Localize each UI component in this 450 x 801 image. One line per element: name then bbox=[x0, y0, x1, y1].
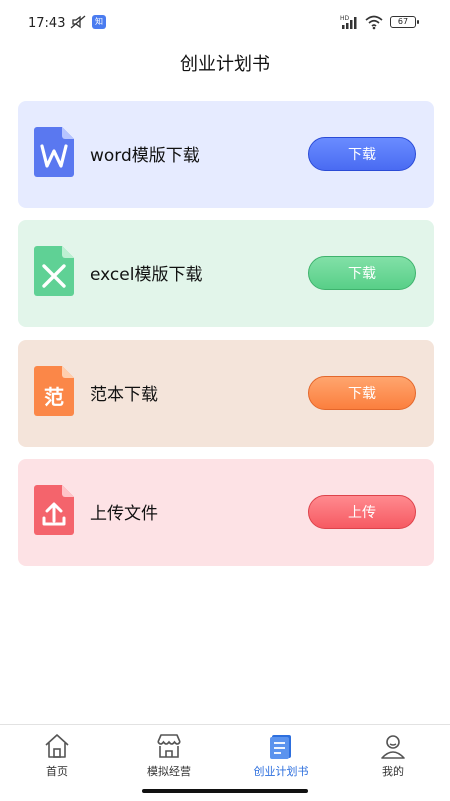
excel-document-icon bbox=[34, 246, 74, 296]
card-label: word模版下载 bbox=[90, 146, 200, 166]
nav-label: 我的 bbox=[382, 765, 404, 778]
nav-label: 模拟经营 bbox=[147, 765, 191, 778]
app-notification-icon: 知 bbox=[92, 15, 106, 29]
card-label: excel模版下载 bbox=[90, 265, 203, 285]
mute-icon bbox=[70, 15, 86, 29]
wifi-icon bbox=[365, 15, 383, 30]
upload-document-icon bbox=[34, 485, 74, 535]
nav-item-profile[interactable]: 我的 bbox=[337, 725, 449, 785]
upload-file-card: 上传文件 上传 bbox=[18, 459, 434, 566]
sample-icon-text: 范 bbox=[44, 385, 64, 409]
document-icon bbox=[270, 735, 291, 759]
sample-download-button[interactable]: 下载 bbox=[308, 376, 416, 410]
signal-icon: HD bbox=[340, 15, 357, 29]
card-label: 上传文件 bbox=[90, 504, 158, 524]
sample-card: 范 范本下载 下载 bbox=[18, 340, 434, 447]
excel-download-button[interactable]: 下载 bbox=[308, 256, 416, 290]
store-icon bbox=[157, 734, 181, 758]
status-time: 17:43 bbox=[28, 16, 66, 31]
word-template-card: word模版下载 下载 bbox=[18, 101, 434, 208]
word-download-button[interactable]: 下载 bbox=[308, 137, 416, 171]
nav-label: 创业计划书 bbox=[253, 765, 309, 778]
sample-document-icon: 范 bbox=[34, 366, 74, 416]
home-indicator bbox=[142, 789, 308, 793]
nav-label: 首页 bbox=[46, 765, 68, 778]
word-document-icon bbox=[34, 127, 74, 177]
upload-button[interactable]: 上传 bbox=[308, 495, 416, 529]
excel-template-card: excel模版下载 下载 bbox=[18, 220, 434, 327]
home-icon bbox=[45, 734, 69, 758]
user-icon bbox=[381, 735, 405, 759]
card-label: 范本下载 bbox=[90, 385, 158, 405]
nav-item-home[interactable]: 首页 bbox=[1, 725, 113, 785]
status-bar: 17:43 知 HD 67 bbox=[0, 0, 450, 40]
page-title: 创业计划书 bbox=[180, 54, 270, 75]
battery-indicator: 67 bbox=[390, 16, 419, 28]
nav-item-simulation[interactable]: 模拟经营 bbox=[113, 725, 225, 785]
nav-item-business-plan[interactable]: 创业计划书 bbox=[225, 725, 337, 785]
svg-text:HD: HD bbox=[340, 15, 350, 22]
